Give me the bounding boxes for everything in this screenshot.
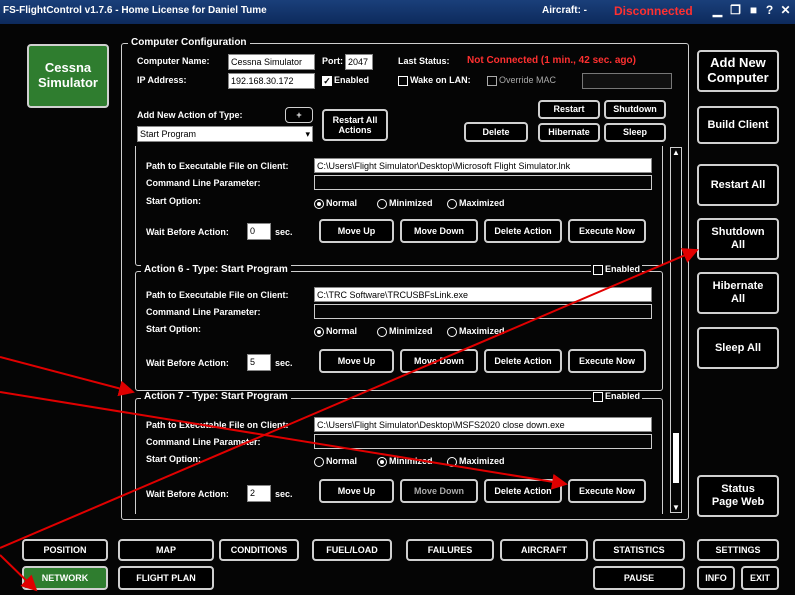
annotation-arrow-action7 [0,356,135,397]
annotation-arrow-execute-now [0,391,568,490]
annotation-arrow-network [0,554,38,592]
annotation-arrow-shutdown-all [0,248,699,549]
annotation-arrows [0,248,699,592]
